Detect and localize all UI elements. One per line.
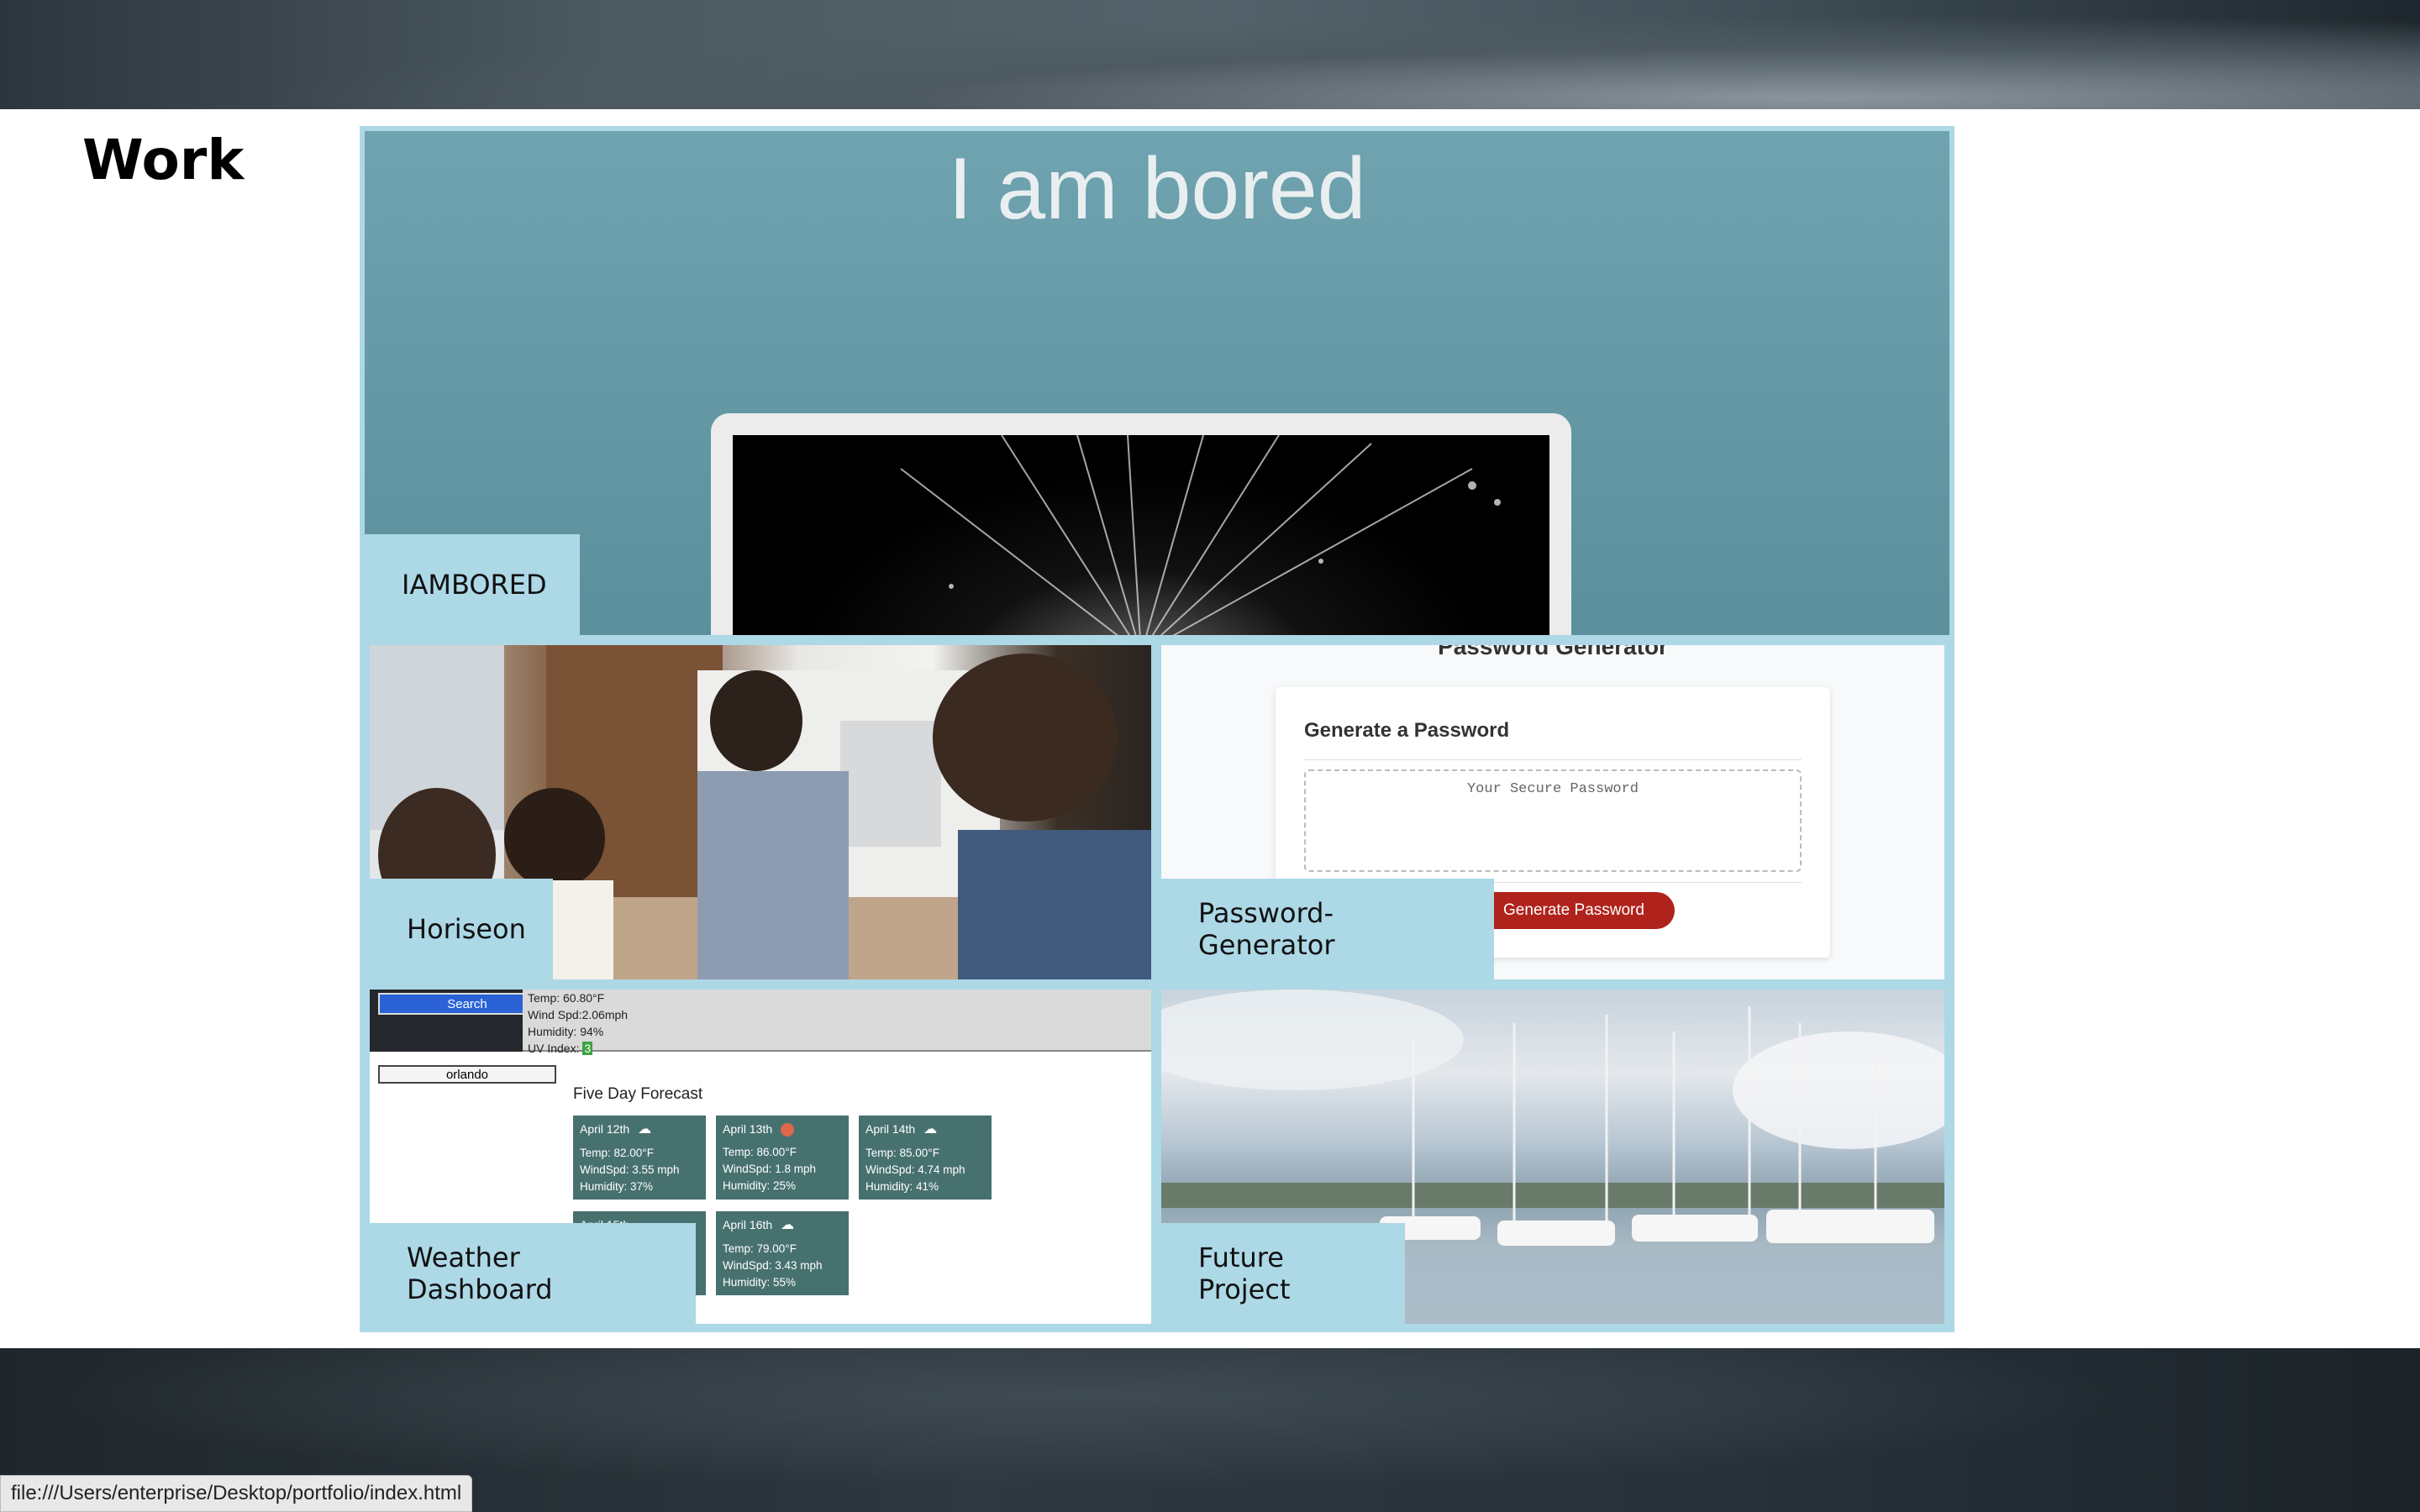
card-label-iambored[interactable]: IAMBORED <box>365 534 580 635</box>
cloud-sun-icon: ☁ <box>781 1218 795 1232</box>
forecast-date: April 12th <box>580 1122 630 1136</box>
forecast-wind: WindSpd: 3.43 mph <box>723 1259 823 1272</box>
card-label-future-project[interactable]: Future Project <box>1161 1223 1405 1324</box>
pg-header: Password Generator <box>1438 645 1668 659</box>
forecast-humidity: Humidity: 37% <box>580 1180 654 1193</box>
wd-current-temp: Temp: 60.80°F <box>528 991 605 1005</box>
card-label-password-generator[interactable]: Password-Generator <box>1161 879 1494 979</box>
forecast-humidity: Humidity: 55% <box>723 1276 797 1289</box>
wd-forecast-title: Five Day Forecast <box>573 1085 703 1103</box>
forecast-temp: Temp: 79.00°F <box>723 1242 797 1255</box>
wd-city-history-item: orlando <box>378 1065 556 1084</box>
light-rays-image <box>900 435 1501 635</box>
header-background <box>0 0 2420 109</box>
forecast-wind: WindSpd: 4.74 mph <box>865 1163 965 1176</box>
work-grid: I am bored IAMBORED Horiseon Password Ge… <box>360 126 1954 1332</box>
divider <box>1304 759 1802 760</box>
project-card-iambored[interactable]: I am bored IAMBORED <box>365 131 1949 635</box>
forecast-day: April 14th ☁ Temp: 85.00°F WindSpd: 4.74 … <box>859 1116 992 1200</box>
card-label-weather-dashboard[interactable]: Weather Dashboard <box>370 1223 696 1324</box>
wd-current-wind: Wind Spd:2.06mph <box>528 1008 629 1021</box>
cloud-sun-icon: ☁ <box>923 1122 938 1137</box>
project-card-future-project[interactable]: Future Project <box>1161 990 1944 1324</box>
forecast-temp: Temp: 86.00°F <box>723 1146 797 1158</box>
wd-uv-label: UV Index: <box>528 1042 580 1055</box>
forecast-day: April 12th ☁ Temp: 82.00°F WindSpd: 3.55 … <box>573 1116 706 1200</box>
cloud-sun-icon: ☁ <box>638 1122 652 1137</box>
generate-password-button: Generate Password <box>1473 892 1675 929</box>
browser-status-bar: file:///Users/enterprise/Desktop/portfol… <box>0 1475 473 1512</box>
forecast-day: April 13th Temp: 86.00°F WindSpd: 1.8 mp… <box>716 1116 849 1200</box>
forecast-temp: Temp: 82.00°F <box>580 1147 654 1159</box>
forecast-wind: WindSpd: 1.8 mph <box>723 1163 817 1175</box>
preview-title: I am bored <box>948 140 1366 238</box>
wd-current-humidity: Humidity: 94% <box>528 1025 604 1038</box>
forecast-humidity: Humidity: 41% <box>865 1180 939 1193</box>
section-title: Work <box>82 128 245 192</box>
password-output: Your Secure Password <box>1304 769 1802 872</box>
forecast-temp: Temp: 85.00°F <box>865 1147 939 1159</box>
laptop-mockup <box>711 413 1571 635</box>
laptop-screen <box>733 435 1549 635</box>
wd-current-uv: UV Index: 3 <box>528 1040 1151 1057</box>
forecast-date: April 13th <box>723 1122 773 1136</box>
pg-card-title: Generate a Password <box>1304 719 1510 742</box>
forecast-date: April 14th <box>865 1122 916 1136</box>
wd-uv-value: 3 <box>582 1042 593 1055</box>
wd-current-weather: Temp: 60.80°F Wind Spd:2.06mph Humidity:… <box>523 990 1151 1055</box>
forecast-date: April 16th <box>723 1218 773 1231</box>
forecast-wind: WindSpd: 3.55 mph <box>580 1163 680 1176</box>
card-label-horiseon[interactable]: Horiseon <box>370 879 553 979</box>
forecast-humidity: Humidity: 25% <box>723 1179 797 1192</box>
project-card-password-generator[interactable]: Password Generator Generate a Password Y… <box>1161 645 1944 979</box>
project-card-weather-dashboard[interactable]: Search Temp: 60.80°F Wind Spd:2.06mph Hu… <box>370 990 1151 1324</box>
sun-icon <box>781 1123 795 1137</box>
forecast-day: April 16th ☁ Temp: 79.00°F WindSpd: 3.43 … <box>716 1211 849 1295</box>
project-card-horiseon[interactable]: Horiseon <box>370 645 1151 979</box>
